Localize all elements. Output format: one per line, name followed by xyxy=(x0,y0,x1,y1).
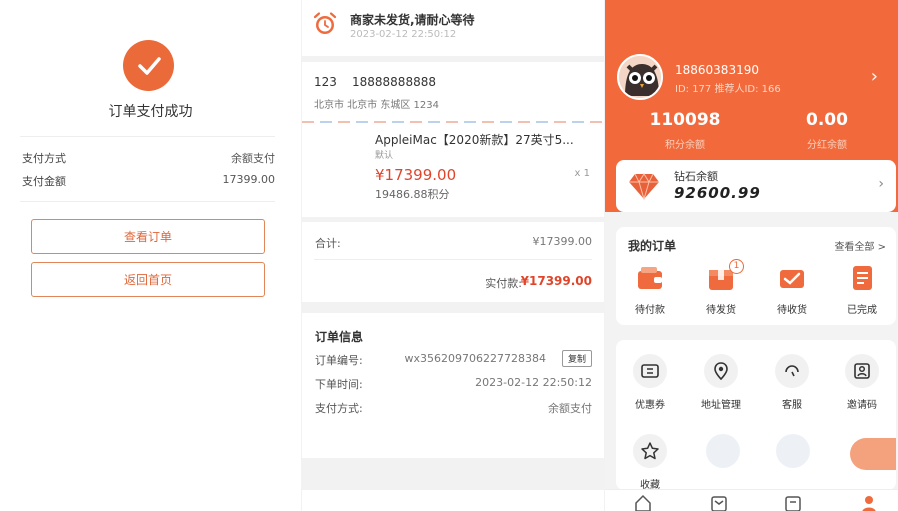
goods-quantity: x 1 xyxy=(574,168,590,179)
service-label: 优惠券 xyxy=(635,400,665,411)
document-check-icon xyxy=(853,266,872,290)
order-status-label: 已完成 xyxy=(847,305,877,316)
user-ids: ID: 177 推荐人ID: 166 xyxy=(675,84,781,95)
sum-value: ¥17399.00 xyxy=(532,235,593,248)
bottom-bar xyxy=(302,490,604,511)
diamond-balance-card[interactable]: 钻石余额 92600.99 › xyxy=(616,160,896,212)
service-customer-support[interactable]: 客服 xyxy=(762,354,822,411)
address-name: 123 xyxy=(314,75,337,89)
payment-success-panel: 订单支付成功 支付方式 余额支付 支付金额 17399.00 查看订单 返回首页 xyxy=(0,0,301,511)
order-status-time: 2023-02-12 22:50:12 xyxy=(350,29,457,40)
points-balance-label: 积分余额 xyxy=(665,140,705,151)
order-time-label: 下单时间: xyxy=(315,378,363,391)
order-time-value: 2023-02-12 22:50:12 xyxy=(475,376,592,389)
order-number-row: 订单编号: wx356209706227728384 xyxy=(315,352,592,368)
pending-ship-badge: 1 xyxy=(729,259,744,274)
order-status-label: 待发货 xyxy=(706,305,736,316)
service-coupon[interactable]: 优惠券 xyxy=(620,354,680,411)
order-pay-row: 支付方式: 余额支付 xyxy=(315,400,592,416)
order-info-title: 订单信息 xyxy=(315,330,364,344)
service-label: 客服 xyxy=(782,400,802,411)
divider xyxy=(314,259,592,260)
my-orders-title: 我的订单 xyxy=(628,239,677,253)
payment-success-title: 订单支付成功 xyxy=(108,104,193,120)
service-invite-code[interactable]: 邀请码 xyxy=(832,354,892,411)
order-status-unpaid[interactable]: 待付款 xyxy=(620,263,680,316)
sum-label: 合计: xyxy=(315,237,341,250)
goods-name[interactable]: AppleiMac【2020新款】27英寸5... xyxy=(375,131,574,148)
order-pay-value: 余额支付 xyxy=(548,402,592,415)
divider xyxy=(20,201,275,202)
floating-action-button[interactable] xyxy=(850,438,896,470)
address-detail: 北京市 北京市 东城区 1234 xyxy=(314,100,439,111)
category-icon[interactable] xyxy=(709,493,729,511)
paid-value: ¥17399.00 xyxy=(520,274,592,288)
service-label: 邀请码 xyxy=(847,400,877,411)
address-divider xyxy=(302,121,604,123)
home-icon[interactable] xyxy=(633,493,653,511)
view-all-orders-link[interactable]: 查看全部 > xyxy=(834,238,886,253)
view-order-button[interactable]: 查看订单 xyxy=(31,219,265,254)
pay-amount-value: 17399.00 xyxy=(222,173,276,186)
coupon-icon xyxy=(633,354,667,388)
star-icon xyxy=(633,434,667,468)
truck-icon xyxy=(780,270,804,288)
order-status-completed[interactable]: 已完成 xyxy=(832,263,892,316)
order-number-value: wx356209706227728384 xyxy=(404,352,546,365)
copy-order-number-button[interactable]: 复制 xyxy=(561,350,592,367)
bottom-tab-bar xyxy=(605,489,898,511)
order-pay-label: 支付方式: xyxy=(315,402,363,415)
divider xyxy=(20,136,275,137)
chevron-right-icon[interactable]: › xyxy=(871,66,878,87)
location-pin-icon xyxy=(704,354,738,388)
points-balance-value: 110098 xyxy=(649,110,721,130)
order-total-card xyxy=(302,222,604,302)
service-favorites[interactable]: 收藏 xyxy=(620,434,680,491)
invite-icon xyxy=(845,354,879,388)
paid-label: 实付款: xyxy=(485,277,522,290)
pay-method-row: 支付方式 余额支付 xyxy=(22,150,275,166)
dividend-balance-value: 0.00 xyxy=(806,110,848,130)
order-status-to-ship[interactable]: 1 待发货 xyxy=(691,259,751,316)
order-number-label: 订单编号: xyxy=(315,354,363,367)
goods-thumbnail[interactable] xyxy=(316,130,366,192)
goods-points: 19486.88积分 xyxy=(375,188,450,201)
diamond-icon xyxy=(629,173,659,201)
order-time-row: 下单时间: 2023-02-12 22:50:12 xyxy=(315,376,592,392)
order-detail-panel: 商家未发货,请耐心等待 2023-02-12 22:50:12 123 1888… xyxy=(302,0,604,511)
user-phone: 18860383190 xyxy=(675,63,759,77)
back-home-button[interactable]: 返回首页 xyxy=(31,262,265,297)
user-icon[interactable] xyxy=(859,493,879,511)
avatar[interactable] xyxy=(617,54,663,100)
chevron-right-icon: › xyxy=(878,176,884,192)
service-address[interactable]: 地址管理 xyxy=(691,354,751,411)
wallet-icon xyxy=(638,267,662,289)
diamond-balance-label: 钻石余额 xyxy=(674,170,718,183)
dividend-balance-label: 分红余额 xyxy=(807,140,847,151)
pay-amount-row: 支付金额 17399.00 xyxy=(22,173,275,189)
order-status-label: 待收货 xyxy=(777,305,807,316)
alarm-clock-icon xyxy=(313,12,337,34)
pay-method-value: 余额支付 xyxy=(231,152,275,165)
goods-spec: 默认 xyxy=(375,151,394,161)
goods-price: ¥17399.00 xyxy=(375,166,457,184)
cart-icon[interactable] xyxy=(783,493,803,511)
order-status-title: 商家未发货,请耐心等待 xyxy=(350,13,475,27)
my-orders-card: 我的订单 查看全部 > 待付款 1 待发货 待收货 已完成 xyxy=(616,227,896,325)
pay-method-label: 支付方式 xyxy=(22,152,66,165)
order-status-card: 商家未发货,请耐心等待 2023-02-12 22:50:12 xyxy=(302,0,604,56)
service-label: 地址管理 xyxy=(701,400,741,411)
loading-placeholder xyxy=(776,434,810,468)
order-status-to-receive[interactable]: 待收货 xyxy=(762,263,822,316)
services-card: 优惠券 地址管理 客服 邀请码 收藏 xyxy=(616,340,896,491)
headset-icon xyxy=(775,354,809,388)
order-status-label: 待付款 xyxy=(635,305,665,316)
success-check-icon xyxy=(123,40,174,91)
member-center-panel: 18860383190 ID: 177 推荐人ID: 166 › 110098 … xyxy=(605,0,898,511)
pay-amount-label: 支付金额 xyxy=(22,175,66,188)
loading-placeholder xyxy=(706,434,740,468)
diamond-balance-value: 92600.99 xyxy=(674,184,761,202)
address-phone: 18888888888 xyxy=(352,75,436,89)
